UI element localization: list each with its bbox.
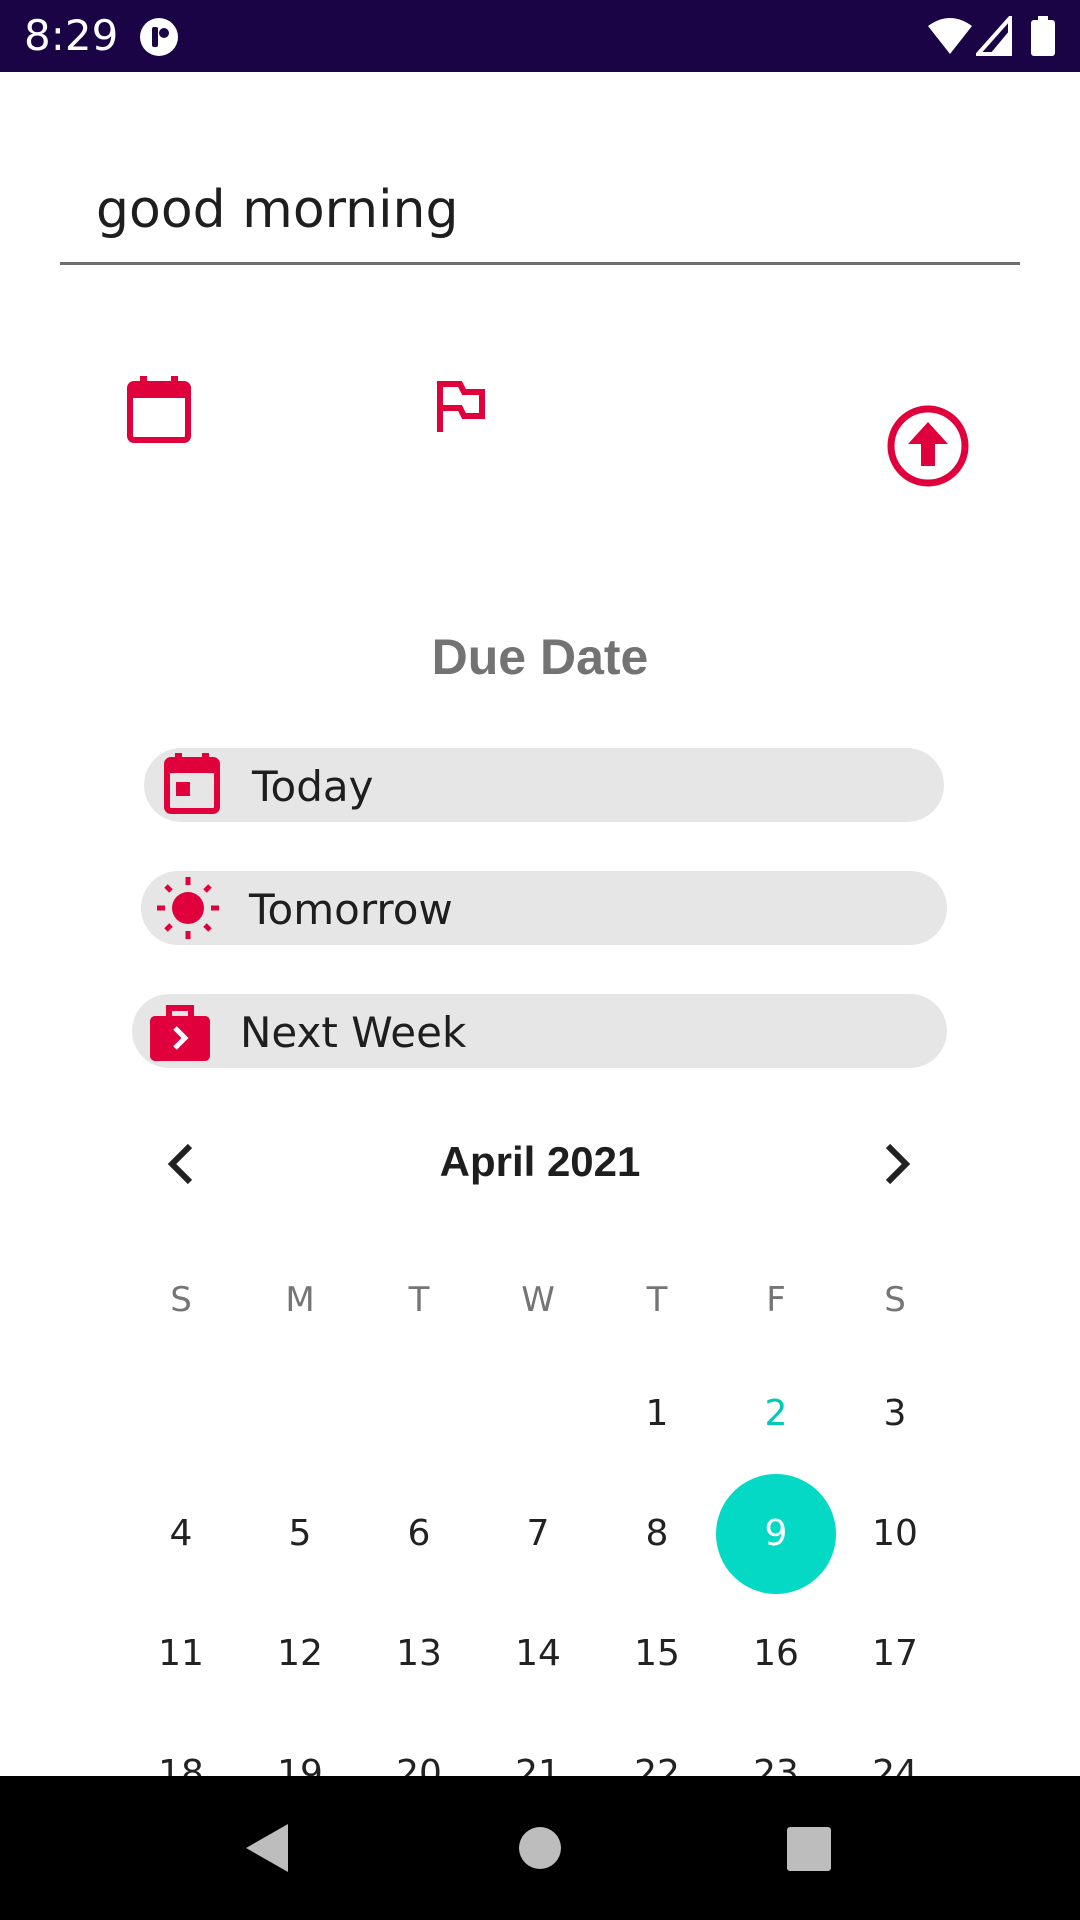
upload-arrow-icon[interactable] bbox=[886, 404, 970, 488]
weekday-fri: F bbox=[766, 1280, 786, 1320]
day-cell[interactable]: 11 bbox=[131, 1632, 231, 1676]
weekday-sat: S bbox=[884, 1280, 906, 1320]
calendar-icon[interactable] bbox=[126, 374, 192, 444]
flag-icon[interactable] bbox=[434, 380, 486, 434]
recents-icon[interactable] bbox=[786, 1826, 832, 1872]
back-icon[interactable] bbox=[244, 1822, 290, 1874]
day-cell[interactable]: 5 bbox=[250, 1512, 350, 1556]
due-date-title: Due Date bbox=[431, 629, 649, 685]
calendar-month-title: April 2021 bbox=[439, 1138, 641, 1185]
day-cell[interactable]: 6 bbox=[369, 1512, 469, 1556]
day-cell[interactable]: 14 bbox=[488, 1632, 588, 1676]
day-cell[interactable]: 3 bbox=[845, 1392, 945, 1436]
day-cell[interactable]: 4 bbox=[131, 1512, 231, 1556]
weekday-wed: W bbox=[521, 1280, 555, 1320]
day-cell[interactable]: 12 bbox=[250, 1632, 350, 1676]
status-bar: 8:29 bbox=[0, 0, 1080, 72]
due-option-tomorrow[interactable]: Tomorrow bbox=[141, 871, 947, 945]
calendar-today-icon bbox=[164, 753, 220, 814]
task-input-text[interactable]: good morning bbox=[96, 180, 458, 240]
wifi-icon bbox=[928, 18, 972, 54]
day-cell-selected[interactable]: 9 bbox=[716, 1474, 836, 1594]
day-cell[interactable]: 7 bbox=[488, 1512, 588, 1556]
due-option-next-week[interactable]: Next Week bbox=[132, 994, 947, 1068]
home-icon[interactable] bbox=[518, 1826, 562, 1870]
weekday-mon: M bbox=[285, 1280, 315, 1320]
due-option-today-label: Today bbox=[252, 762, 374, 811]
due-option-tomorrow-label: Tomorrow bbox=[249, 885, 453, 934]
weekday-thu: T bbox=[646, 1280, 668, 1320]
next-month-button[interactable] bbox=[880, 1142, 914, 1186]
weekday-tue: T bbox=[408, 1280, 430, 1320]
day-cell[interactable]: 13 bbox=[369, 1632, 469, 1676]
sun-icon bbox=[157, 877, 219, 939]
briefcase-arrow-icon bbox=[150, 1005, 210, 1061]
battery-icon bbox=[1031, 16, 1055, 56]
day-cell[interactable]: 16 bbox=[726, 1632, 826, 1676]
navigation-bar bbox=[0, 1776, 1080, 1920]
status-time: 8:29 bbox=[24, 11, 119, 60]
day-cell-today[interactable]: 2 bbox=[726, 1392, 826, 1436]
day-cell[interactable]: 10 bbox=[845, 1512, 945, 1556]
task-input[interactable]: good morning bbox=[60, 160, 1020, 265]
due-option-today[interactable]: Today bbox=[144, 748, 944, 822]
signal-icon bbox=[976, 16, 1012, 56]
day-cell[interactable]: 8 bbox=[607, 1512, 707, 1556]
day-cell[interactable]: 15 bbox=[607, 1632, 707, 1676]
weekday-sun: S bbox=[170, 1280, 192, 1320]
due-option-next-week-label: Next Week bbox=[240, 1008, 467, 1057]
day-cell[interactable]: 17 bbox=[845, 1632, 945, 1676]
day-cell[interactable]: 1 bbox=[607, 1392, 707, 1436]
app-notification-icon bbox=[140, 18, 178, 56]
